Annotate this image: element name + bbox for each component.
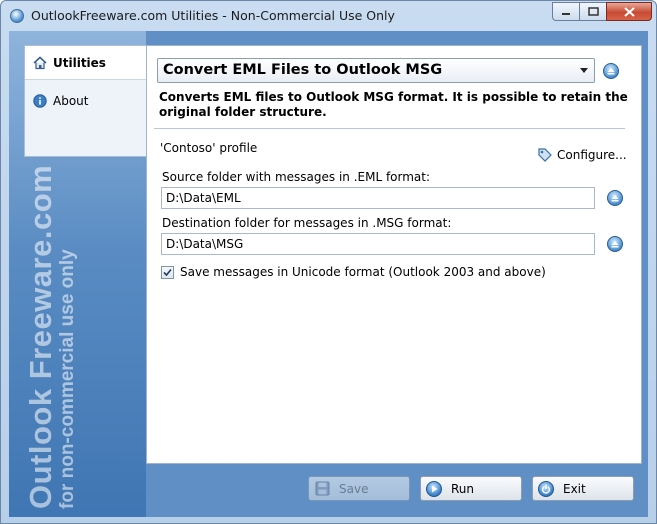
app-icon	[10, 9, 24, 23]
close-icon	[623, 6, 635, 17]
maximize-button[interactable]	[579, 2, 606, 21]
configure-label: Configure...	[557, 148, 627, 162]
watermark: Outlook Freeware.com for non-commercial …	[23, 165, 79, 509]
divider	[154, 128, 625, 129]
source-folder-label: Source folder with messages in .EML form…	[162, 170, 431, 184]
sidebar-item-utilities[interactable]: Utilities	[25, 46, 147, 80]
destination-folder-label: Destination folder for messages in .MSG …	[162, 216, 452, 230]
utility-description: Converts EML files to Outlook MSG format…	[159, 90, 628, 119]
exit-button-label: Exit	[563, 481, 586, 496]
sidebar-item-label: Utilities	[53, 55, 106, 70]
tag-icon	[538, 148, 552, 162]
client-area: Outlook Freeware.com for non-commercial …	[9, 31, 648, 517]
chevron-down-icon	[580, 68, 588, 73]
checkmark-icon	[163, 268, 172, 276]
title-bar[interactable]: OutlookFreeware.com Utilities - Non-Comm…	[1, 1, 656, 31]
minimize-icon	[562, 12, 570, 15]
configure-link[interactable]: Configure...	[537, 147, 627, 163]
close-button[interactable]	[606, 2, 652, 21]
maximize-icon	[587, 7, 599, 16]
caption-buttons	[552, 2, 652, 22]
info-icon	[33, 94, 47, 108]
exit-button[interactable]: Exit	[532, 476, 634, 501]
watermark-subtitle: for non-commercial use only	[57, 249, 78, 509]
run-icon	[426, 480, 442, 497]
window-title: OutlookFreeware.com Utilities - Non-Comm…	[31, 8, 395, 23]
eject-icon	[607, 68, 615, 75]
save-icon	[314, 481, 330, 497]
minimize-button[interactable]	[552, 2, 579, 21]
source-folder-input[interactable]: D:\Data\EML	[161, 187, 595, 209]
eject-icon	[611, 195, 619, 202]
run-button-label: Run	[451, 481, 475, 496]
sidebar-item-label: About	[53, 94, 89, 108]
unicode-option[interactable]: Save messages in Unicode format (Outlook…	[161, 265, 546, 279]
unicode-checkbox[interactable]	[161, 265, 174, 279]
collapse-button[interactable]	[603, 63, 619, 79]
power-icon	[538, 480, 554, 497]
home-icon	[33, 55, 47, 69]
app-window: OutlookFreeware.com Utilities - Non-Comm…	[0, 0, 657, 524]
watermark-title: Outlook Freeware.com	[23, 164, 58, 509]
unicode-checkbox-label: Save messages in Unicode format (Outlook…	[180, 265, 546, 279]
run-button[interactable]: Run	[420, 476, 522, 501]
main-panel: Convert EML Files to Outlook MSG Convert…	[146, 45, 642, 464]
browse-destination-button[interactable]	[607, 236, 623, 252]
save-button[interactable]: Save	[308, 476, 410, 501]
utility-select-value: Convert EML Files to Outlook MSG	[163, 62, 443, 78]
browse-source-button[interactable]	[607, 190, 623, 206]
sidebar-item-about[interactable]: About	[25, 84, 147, 118]
eject-icon	[611, 241, 619, 248]
destination-folder-input[interactable]: D:\Data\MSG	[161, 233, 595, 255]
utility-select[interactable]: Convert EML Files to Outlook MSG	[157, 58, 595, 83]
save-button-label: Save	[339, 481, 369, 496]
nav-panel: Utilities About	[24, 45, 147, 157]
profile-label: 'Contoso' profile	[160, 141, 258, 155]
